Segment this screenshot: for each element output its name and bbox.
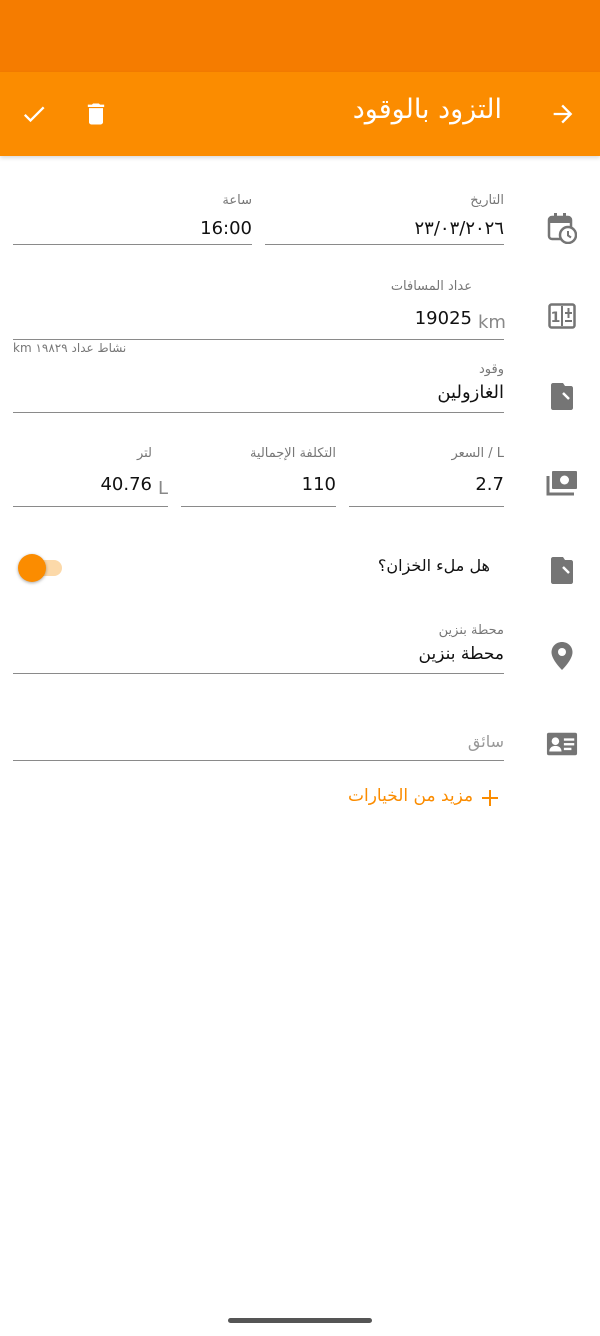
time-value[interactable]: 16:00 (200, 218, 252, 239)
save-check-icon[interactable] (12, 92, 56, 136)
liters-value[interactable]: 40.76 (100, 474, 152, 495)
price-value[interactable]: 2.7 (475, 474, 504, 495)
date-label: التاريخ (470, 193, 504, 208)
app-bar: التزود بالوقود (0, 72, 600, 156)
status-bar (0, 0, 600, 72)
more-options-button[interactable]: مزيد من الخيارات (348, 786, 473, 806)
full-tank-label: هل ملء الخزان؟ (377, 556, 490, 575)
time-underline (13, 244, 252, 245)
date-value[interactable]: ٢٣/٠٣/٢٠٢٦ (415, 218, 504, 239)
page-title: التزود بالوقود (352, 94, 502, 125)
home-indicator (228, 1318, 372, 1323)
driver-input[interactable]: سائق (468, 732, 504, 751)
back-arrow-icon[interactable] (541, 92, 585, 136)
liters-unit: L (158, 478, 169, 499)
fuel-underline (13, 412, 504, 413)
odometer-icon: 1 (546, 300, 578, 332)
station-underline (13, 673, 504, 674)
station-label: محطة بنزين (438, 623, 504, 638)
delete-trash-icon[interactable] (74, 92, 118, 136)
liters-underline (13, 506, 168, 507)
fuel-label: وقود (479, 362, 504, 377)
time-label: ساعة (222, 193, 252, 208)
money-icon (546, 468, 578, 500)
odometer-unit: km (478, 312, 506, 333)
fuel-can-icon (546, 380, 578, 412)
odometer-value[interactable]: 19025 (415, 308, 472, 329)
driver-id-card-icon (546, 728, 578, 760)
driver-underline (13, 760, 504, 761)
more-options-label: مزيد من الخيارات (348, 786, 474, 806)
total-cost-value[interactable]: 110 (302, 474, 336, 495)
odometer-underline (13, 339, 504, 340)
total-cost-label: التكلفة الإجمالية (249, 446, 336, 461)
fuel-value[interactable]: الغازولين (437, 382, 504, 403)
price-underline (349, 506, 504, 507)
liters-label: لتر (136, 446, 152, 461)
plus-icon[interactable] (478, 782, 502, 814)
fuel-can-icon-2 (546, 554, 578, 586)
location-pin-icon (546, 640, 578, 672)
full-tank-switch-thumb[interactable] (18, 554, 46, 582)
date-underline (265, 244, 504, 245)
total-cost-underline (181, 506, 336, 507)
odometer-helper-text: نشاط عداد ١٩٨٢٩ km (13, 341, 127, 355)
svg-text:1: 1 (551, 310, 561, 326)
station-value[interactable]: محطة بنزين (419, 644, 504, 664)
price-label: السعر / L (451, 446, 504, 461)
calendar-clock-icon (546, 212, 578, 244)
odometer-label: عداد المسافات (390, 279, 472, 294)
